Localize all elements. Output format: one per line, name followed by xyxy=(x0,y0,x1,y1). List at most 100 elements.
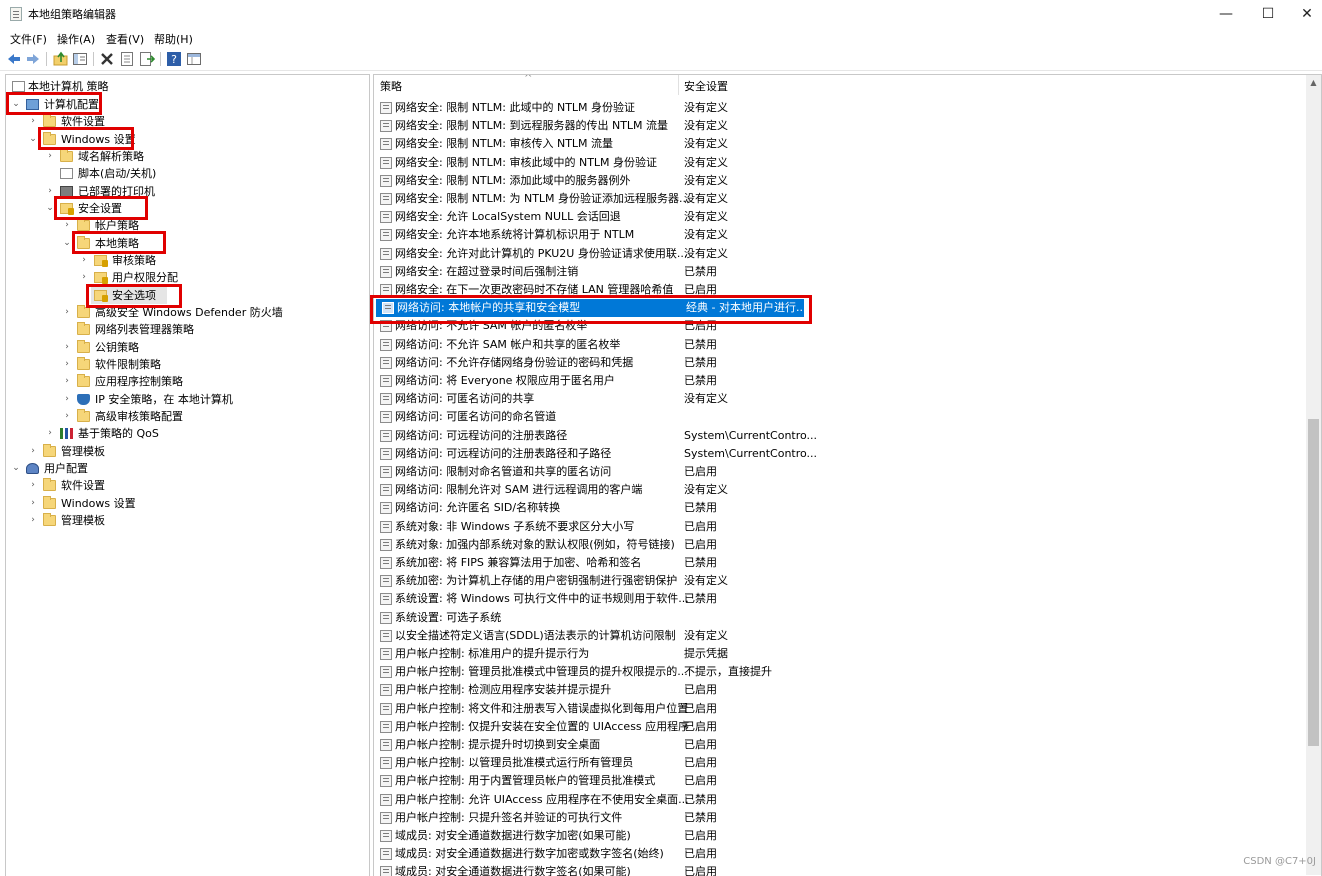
column-header-policy[interactable]: 策略 xyxy=(380,75,402,95)
policy-row[interactable]: 用户帐户控制: 只提升签名并验证的可执行文件 已禁用 xyxy=(374,809,1307,827)
policy-row[interactable]: 网络访问: 限制允许对 SAM 进行远程调用的客户端 没有定义 xyxy=(374,481,1307,499)
policy-row[interactable]: 网络访问: 限制对命名管道和共享的匿名访问 已启用 xyxy=(374,463,1307,481)
menu-bar: 文件(F) 操作(A) 查看(V) 帮助(H) xyxy=(0,28,1322,48)
column-divider[interactable] xyxy=(678,75,679,95)
security-icon xyxy=(60,203,74,215)
menu-action[interactable]: 操作(A) xyxy=(57,31,95,47)
back-icon[interactable] xyxy=(6,51,22,67)
policy-row[interactable]: 网络访问: 不允许 SAM 帐户和共享的匿名枚举 已禁用 xyxy=(374,336,1307,354)
close-button[interactable]: ✕ xyxy=(1287,0,1322,28)
policy-row[interactable]: 网络访问: 允许匿名 SID/名称转换 已禁用 xyxy=(374,499,1307,517)
chevron-right-icon[interactable]: › xyxy=(62,304,72,321)
minimize-button[interactable]: — xyxy=(1206,0,1246,28)
properties-icon[interactable] xyxy=(119,51,135,67)
policy-row[interactable]: 网络安全: 限制 NTLM: 为 NTLM 身份验证添加远程服务器... 没有定义 xyxy=(374,190,1307,208)
chevron-right-icon[interactable]: › xyxy=(62,391,72,408)
policy-row[interactable]: 以安全描述符定义语言(SDDL)语法表示的计算机访问限制 没有定义 xyxy=(374,627,1307,645)
policy-row[interactable]: 网络安全: 限制 NTLM: 审核传入 NTLM 流量 没有定义 xyxy=(374,135,1307,153)
chevron-right-icon[interactable]: › xyxy=(79,252,89,269)
policy-row[interactable]: 用户帐户控制: 管理员批准模式中管理员的提升权限提示的... 不提示，直接提升 xyxy=(374,663,1307,681)
policy-row[interactable]: 系统对象: 非 Windows 子系统不要求区分大小写 已启用 xyxy=(374,518,1307,536)
policy-row[interactable]: 网络安全: 限制 NTLM: 此域中的 NTLM 身份验证 没有定义 xyxy=(374,99,1307,117)
policy-row[interactable]: 用户帐户控制: 允许 UIAccess 应用程序在不使用安全桌面... 已禁用 xyxy=(374,791,1307,809)
policy-list-pane[interactable]: 策略 ^ 安全设置 网络安全: 限制 NTLM: 此域中的 NTLM 身份验证没… xyxy=(373,74,1322,876)
delete-icon[interactable] xyxy=(99,51,115,67)
policy-name: 网络安全: 在下一次更改密码时不存储 LAN 管理器哈希值 xyxy=(395,283,674,296)
chevron-right-icon[interactable]: › xyxy=(62,356,72,373)
policy-row[interactable]: 域成员: 对安全通道数据进行数字加密(如果可能) 已启用 xyxy=(374,827,1307,845)
policy-row[interactable]: 网络访问: 不允许 SAM 帐户的匿名枚举 已启用 xyxy=(374,317,1307,335)
policy-row[interactable]: 系统设置: 将 Windows 可执行文件中的证书规则用于软件... 已禁用 xyxy=(374,590,1307,608)
policy-row[interactable]: 网络安全: 在下一次更改密码时不存储 LAN 管理器哈希值 已启用 xyxy=(374,281,1307,299)
policy-row[interactable]: 域成员: 对安全通道数据进行数字加密或数字签名(始终) 已启用 xyxy=(374,845,1307,863)
chevron-right-icon[interactable]: › xyxy=(62,373,72,390)
policy-row[interactable]: 网络访问: 可远程访问的注册表路径和子路径 System\CurrentContr… xyxy=(374,445,1307,463)
policy-setting-icon xyxy=(380,739,392,751)
menu-file[interactable]: 文件(F) xyxy=(10,31,47,47)
policy-row[interactable]: 网络安全: 限制 NTLM: 到远程服务器的传出 NTLM 流量 没有定义 xyxy=(374,117,1307,135)
console-view-icon[interactable] xyxy=(186,51,202,67)
policy-row[interactable]: 网络访问: 本地帐户的共享和安全模型 经典 - 对本地用户进行... xyxy=(376,299,806,318)
policy-row[interactable]: 网络访问: 不允许存储网络身份验证的密码和凭据 已禁用 xyxy=(374,354,1307,372)
chevron-right-icon[interactable]: › xyxy=(28,495,38,512)
chevron-right-icon[interactable]: › xyxy=(79,269,89,286)
toolbar-separator xyxy=(160,52,161,66)
policy-name: 网络安全: 限制 NTLM: 添加此域中的服务器例外 xyxy=(395,173,631,187)
policy-setting-icon xyxy=(380,557,392,569)
chevron-right-icon[interactable]: › xyxy=(62,339,72,356)
vertical-scrollbar[interactable]: ▲ xyxy=(1306,75,1321,875)
forward-icon[interactable] xyxy=(25,51,41,67)
policy-row[interactable]: 网络安全: 允许对此计算机的 PKU2U 身份验证请求使用联... 没有定义 xyxy=(374,245,1307,263)
policy-row[interactable]: 用户帐户控制: 用于内置管理员帐户的管理员批准模式 已启用 xyxy=(374,772,1307,790)
policy-row[interactable]: 用户帐户控制: 仅提升安装在安全位置的 UIAccess 应用程序 已启用 xyxy=(374,718,1307,736)
policy-row[interactable]: 网络安全: 在超过登录时间后强制注销 已禁用 xyxy=(374,263,1307,281)
chevron-right-icon[interactable]: › xyxy=(45,425,55,442)
maximize-button[interactable]: ☐ xyxy=(1248,0,1288,28)
chevron-right-icon[interactable]: › xyxy=(28,113,38,130)
show-tree-icon[interactable] xyxy=(72,51,88,67)
policy-row[interactable]: 用户帐户控制: 检测应用程序安装并提示提升 已启用 xyxy=(374,681,1307,699)
scroll-up-icon[interactable]: ▲ xyxy=(1306,77,1321,89)
policy-row[interactable]: 网络安全: 限制 NTLM: 审核此域中的 NTLM 身份验证 没有定义 xyxy=(374,154,1307,172)
chevron-down-icon[interactable]: ⌄ xyxy=(28,131,38,148)
policy-row[interactable]: 网络访问: 将 Everyone 权限应用于匿名用户 已禁用 xyxy=(374,372,1307,390)
menu-help[interactable]: 帮助(H) xyxy=(154,31,193,47)
policy-name: 网络安全: 允许对此计算机的 PKU2U 身份验证请求使用联... xyxy=(395,246,688,260)
chevron-down-icon[interactable]: ⌄ xyxy=(11,96,21,113)
policy-row[interactable]: 网络安全: 允许 LocalSystem NULL 会话回退 没有定义 xyxy=(374,208,1307,226)
policy-name: 用户帐户控制: 允许 UIAccess 应用程序在不使用安全桌面... xyxy=(395,792,689,806)
scrollbar-thumb[interactable] xyxy=(1308,419,1319,746)
tree-pane[interactable]: 本地计算机 策略 ⌄ 计算机配置 › 软件设置 ⌄ Windows 设置 › 域… xyxy=(5,74,370,876)
policy-row[interactable]: 用户帐户控制: 以管理员批准模式运行所有管理员 已启用 xyxy=(374,754,1307,772)
policy-row[interactable]: 用户帐户控制: 提示提升时切换到安全桌面 已启用 xyxy=(374,736,1307,754)
policy-row[interactable]: 网络安全: 限制 NTLM: 添加此域中的服务器例外 没有定义 xyxy=(374,172,1307,190)
chevron-right-icon[interactable]: › xyxy=(28,477,38,494)
chevron-right-icon[interactable]: › xyxy=(62,217,72,234)
policy-row[interactable]: 网络访问: 可匿名访问的命名管道 xyxy=(374,408,1307,426)
tree-item-security-options[interactable]: 安全选项 xyxy=(91,287,167,304)
column-header-setting[interactable]: 安全设置 xyxy=(684,75,728,95)
chevron-right-icon[interactable]: › xyxy=(28,512,38,529)
chevron-right-icon[interactable]: › xyxy=(28,443,38,460)
policy-row[interactable]: 网络访问: 可匿名访问的共享 没有定义 xyxy=(374,390,1307,408)
chevron-right-icon[interactable]: › xyxy=(62,408,72,425)
security-setting: 已启用 xyxy=(684,719,717,733)
chevron-down-icon[interactable]: ⌄ xyxy=(45,200,55,217)
up-folder-icon[interactable] xyxy=(53,51,69,67)
chevron-right-icon[interactable]: › xyxy=(45,183,55,200)
chevron-down-icon[interactable]: ⌄ xyxy=(11,460,21,477)
policy-row[interactable]: 域成员: 对安全通道数据进行数字签名(如果可能) 已启用 xyxy=(374,863,1307,876)
chevron-right-icon[interactable]: › xyxy=(45,148,55,165)
export-list-icon[interactable] xyxy=(139,51,156,67)
policy-row[interactable]: 系统加密: 为计算机上存储的用户密钥强制进行强密钥保护 没有定义 xyxy=(374,572,1307,590)
policy-row[interactable]: 系统加密: 将 FIPS 兼容算法用于加密、哈希和签名 已禁用 xyxy=(374,554,1307,572)
chevron-down-icon[interactable]: ⌄ xyxy=(62,235,72,252)
policy-row[interactable]: 用户帐户控制: 标准用户的提升提示行为 提示凭据 xyxy=(374,645,1307,663)
policy-row[interactable]: 网络访问: 可远程访问的注册表路径 System\CurrentContro... xyxy=(374,427,1307,445)
policy-row[interactable]: 系统对象: 加强内部系统对象的默认权限(例如，符号链接) 已启用 xyxy=(374,536,1307,554)
policy-row[interactable]: 用户帐户控制: 将文件和注册表写入错误虚拟化到每用户位置 已启用 xyxy=(374,700,1307,718)
menu-view[interactable]: 查看(V) xyxy=(106,31,144,47)
policy-row[interactable]: 网络安全: 允许本地系统将计算机标识用于 NTLM 没有定义 xyxy=(374,226,1307,244)
help-icon[interactable]: ? xyxy=(166,51,182,67)
policy-row[interactable]: 系统设置: 可选子系统 xyxy=(374,609,1307,627)
